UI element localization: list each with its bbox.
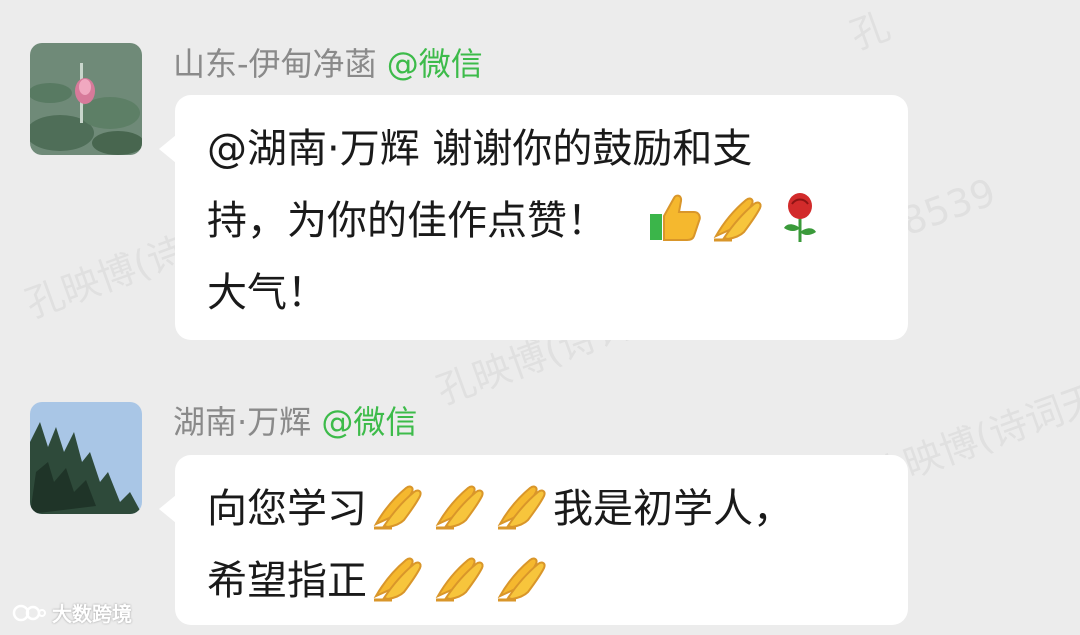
watermark: 孔	[844, 3, 896, 58]
folded-hands-icon	[494, 480, 550, 530]
chat-area: 孔映博(诗词 孔映博(诗词天 孔映博(诗词天地 8539 孔 山东-伊甸净菡 @…	[0, 0, 1080, 635]
message-line: 持，为你的佳作点赞！	[207, 185, 876, 257]
message-line: @湖南·万辉 谢谢你的鼓励和支	[207, 126, 753, 172]
sender-name: 山东-伊甸净菡	[173, 45, 377, 83]
sender-label: 湖南·万辉 @微信	[173, 402, 417, 442]
message-line-text: 向您学习	[207, 486, 367, 532]
message-bubble[interactable]: 向您学习 我是初学人， 希望指正	[159, 455, 908, 625]
message-line-text: 持，为你的佳作点赞！	[207, 198, 607, 244]
avatar[interactable]	[30, 43, 142, 155]
message-line-text: 我是初学人，	[553, 486, 793, 532]
folded-hands-icon	[370, 480, 426, 530]
message-line: 向您学习 我是初学人，	[207, 473, 876, 545]
folded-hands-icon	[432, 480, 488, 530]
rose-icon	[772, 192, 828, 242]
message-line: 大气！	[207, 270, 327, 316]
folded-hands-icon	[710, 192, 766, 242]
folded-hands-icon	[370, 552, 426, 602]
logo-icon	[12, 604, 46, 621]
message-line: 希望指正	[207, 545, 876, 617]
folded-hands-icon	[494, 552, 550, 602]
watermark: 8539	[895, 169, 1002, 245]
sender-app-tag: @微信	[386, 45, 483, 83]
folded-hands-icon	[432, 552, 488, 602]
avatar[interactable]	[30, 402, 142, 514]
sender-app-tag: @微信	[321, 403, 418, 441]
logo-text: 大数跨境	[52, 602, 132, 626]
brand-logo: 大数跨境	[12, 598, 132, 627]
sender-label: 山东-伊甸净菡 @微信	[173, 44, 483, 84]
thumbs-up-icon	[648, 192, 704, 242]
sender-name: 湖南·万辉	[173, 403, 312, 441]
message-bubble[interactable]: @湖南·万辉 谢谢你的鼓励和支 持，为你的佳作点赞！ 大气！	[159, 95, 908, 340]
message-line-text: 希望指正	[207, 558, 367, 604]
